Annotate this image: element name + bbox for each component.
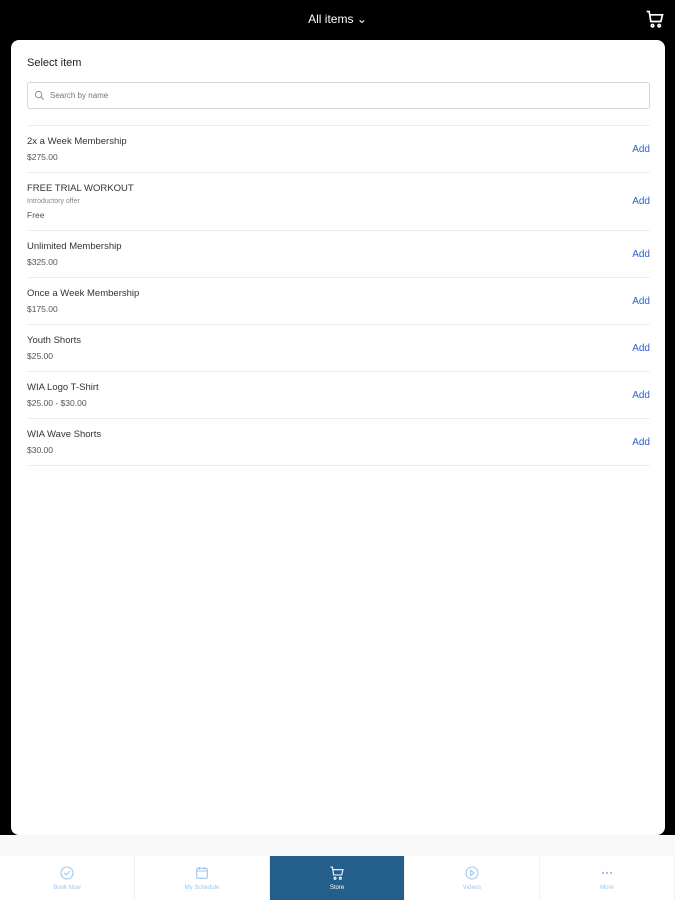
list-item[interactable]: Once a Week Membership $175.00 Add bbox=[27, 278, 650, 325]
list-item[interactable]: 2x a Week Membership $275.00 Add bbox=[27, 126, 650, 173]
calendar-icon bbox=[196, 867, 208, 879]
play-circle-icon bbox=[465, 866, 479, 880]
item-info: Unlimited Membership $325.00 bbox=[27, 241, 122, 267]
item-subtitle: Introductory offer bbox=[27, 198, 80, 205]
tab-label: More bbox=[600, 885, 614, 891]
top-bar: All items ⌄ bbox=[0, 0, 675, 40]
item-name: Youth Shorts bbox=[27, 335, 82, 346]
sheet-heading: Select item bbox=[27, 57, 82, 69]
item-name: FREE TRIAL WORKOUT bbox=[27, 183, 134, 194]
list-item[interactable]: WIA Wave Shorts $30.00 Add bbox=[27, 419, 650, 466]
add-button[interactable]: Add bbox=[632, 343, 650, 354]
list-item[interactable]: WIA Logo T-Shirt $25.00 - $30.00 Add bbox=[27, 372, 650, 419]
item-name: Once a Week Membership bbox=[27, 288, 140, 299]
search-icon bbox=[34, 90, 44, 100]
category-dropdown[interactable]: All items ⌄ bbox=[0, 12, 675, 26]
item-info: WIA Wave Shorts $30.00 bbox=[27, 429, 101, 455]
item-price: $30.00 bbox=[27, 445, 53, 455]
more-icon bbox=[601, 871, 613, 875]
tab-more[interactable]: More bbox=[540, 856, 675, 900]
add-button[interactable]: Add bbox=[632, 390, 650, 401]
tab-label: My Schedule bbox=[184, 885, 220, 891]
cart-icon[interactable] bbox=[645, 9, 665, 29]
item-name: WIA Logo T-Shirt bbox=[27, 382, 99, 393]
item-info: Youth Shorts $25.00 bbox=[27, 335, 81, 361]
item-price: Free bbox=[27, 210, 45, 220]
item-list: 2x a Week Membership $275.00 Add FREE TRIAL… bbox=[27, 125, 650, 466]
list-item[interactable]: Youth Shorts $25.00 Add bbox=[27, 325, 650, 372]
tab-my-schedule[interactable]: My Schedule bbox=[135, 856, 270, 900]
add-button[interactable]: Add bbox=[632, 296, 650, 307]
tab-label: Videos bbox=[462, 885, 482, 891]
cart-icon bbox=[330, 866, 344, 880]
search-input[interactable] bbox=[50, 91, 649, 100]
item-info: 2x a Week Membership $275.00 bbox=[27, 136, 127, 162]
tab-book-now[interactable]: Book Now bbox=[0, 856, 135, 900]
add-button[interactable]: Add bbox=[632, 196, 650, 207]
category-label: All items bbox=[308, 12, 354, 26]
item-price: $25.00 bbox=[27, 351, 53, 361]
chevron-down-icon: ⌄ bbox=[356, 12, 367, 26]
item-info: Once a Week Membership $175.00 bbox=[27, 288, 139, 314]
item-price: $275.00 bbox=[27, 152, 58, 162]
add-button[interactable]: Add bbox=[632, 144, 650, 155]
select-item-sheet: Select item 2x a Week Membership $275.00 A… bbox=[11, 40, 665, 835]
bottom-nav: Book Now My Schedule Store Videos More bbox=[0, 856, 675, 900]
tab-store[interactable]: Store bbox=[270, 856, 405, 900]
search-field[interactable] bbox=[27, 82, 650, 109]
item-price: $325.00 bbox=[27, 257, 58, 267]
item-name: Unlimited Membership bbox=[27, 241, 122, 252]
item-info: FREE TRIAL WORKOUT Introductory offer Free bbox=[27, 183, 134, 220]
add-button[interactable]: Add bbox=[632, 249, 650, 260]
item-name: WIA Wave Shorts bbox=[27, 429, 102, 440]
item-price: $25.00 - $30.00 bbox=[27, 398, 87, 408]
list-item[interactable]: Unlimited Membership $325.00 Add bbox=[27, 231, 650, 278]
item-name: 2x a Week Membership bbox=[27, 136, 127, 147]
tab-label: Book Now bbox=[53, 885, 81, 891]
item-price: $175.00 bbox=[27, 304, 58, 314]
check-circle-icon bbox=[60, 866, 74, 880]
tab-label: Store bbox=[329, 885, 345, 891]
tab-videos[interactable]: Videos bbox=[405, 856, 540, 900]
add-button[interactable]: Add bbox=[632, 437, 650, 448]
item-info: WIA Logo T-Shirt $25.00 - $30.00 bbox=[27, 382, 99, 408]
list-item[interactable]: FREE TRIAL WORKOUT Introductory offer Free… bbox=[27, 173, 650, 231]
